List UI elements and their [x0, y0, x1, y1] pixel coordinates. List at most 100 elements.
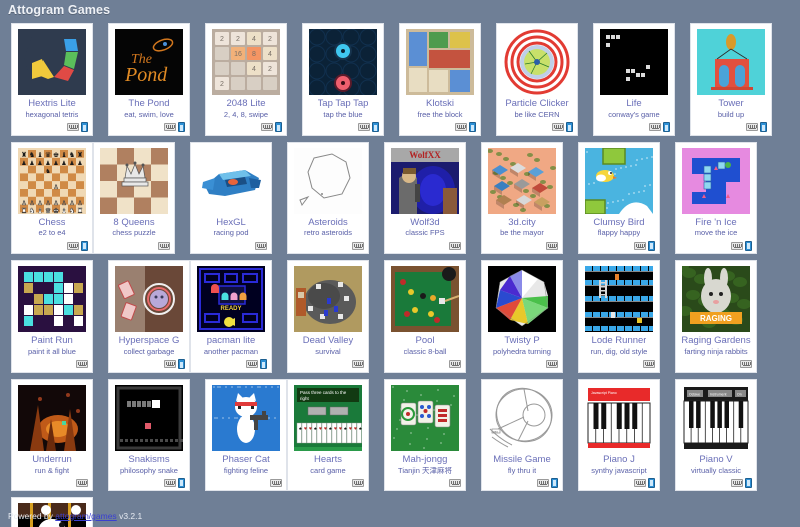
game-tagline: conway's game	[608, 110, 660, 119]
svg-text:♠: ♠	[344, 426, 347, 432]
game-badges	[388, 240, 462, 251]
game-card[interactable]: Underrun run & fight	[11, 378, 93, 492]
game-card[interactable]: Pass three cards to the right ♠ ♥ ♥ ♠ ♥ ♥ ♠ ♥ ♥ ♠ ♥ ♥…	[287, 378, 369, 492]
game-card[interactable]: Lode Runner run, dig, old style	[578, 260, 660, 373]
game-badges	[597, 122, 671, 133]
game-thumbnail-art: ♜ ♟ ♙ ♜ ♞ ♟ ♙ ♞ ♝ ♟ ♙ ♝ ♛ ♟ ♙ ♛ ♚ ♟ ♙ ♚ ♝ ♟ ♙ ♝ ♞ ♟ ♙ ♞ ♜ ♟ ♙ ♜ ♞ ♙	[18, 147, 86, 214]
game-tagline: farting ninja rabbits	[684, 348, 748, 357]
svg-text:♠: ♠	[299, 426, 302, 432]
game-tagline: fly thru it	[507, 466, 537, 475]
game-card[interactable]: The Pond The Pond eat, swim, love	[108, 23, 190, 136]
game-thumbnail: Pass three cards to the right ♠ ♥ ♥ ♠ ♥ ♥ ♠ ♥ ♥ ♠ ♥ ♥…	[292, 384, 364, 452]
game-title: Paint Run	[31, 336, 73, 347]
game-tagline: synthy javascript	[591, 466, 647, 475]
game-badges	[679, 240, 753, 251]
keyboard-badge-icon	[67, 123, 79, 132]
game-card[interactable]: Clumsy Bird flappy happy	[578, 141, 660, 255]
svg-text:4: 4	[252, 66, 256, 73]
keyboard-badge-icon	[634, 241, 646, 250]
svg-text:♥: ♥	[304, 426, 307, 432]
svg-text:♜: ♜	[77, 151, 83, 159]
mobile-badge-icon	[372, 122, 379, 133]
svg-text:♥: ♥	[349, 426, 352, 432]
game-card[interactable]: RAGING Raging Gardens farting ninja rabbit…	[675, 260, 757, 373]
game-badges	[15, 359, 89, 370]
game-title: Chess	[38, 217, 66, 228]
keyboard-badge-icon	[546, 360, 558, 369]
game-tagline: run & fight	[34, 466, 70, 475]
game-thumbnail-art	[406, 29, 474, 95]
game-card[interactable]: Particle Clicker be like CERN	[496, 23, 578, 136]
game-tagline: tap the blue	[323, 110, 363, 119]
game-card[interactable]: Phaser Cat fighting feline	[205, 378, 287, 492]
svg-text:♞: ♞	[69, 152, 75, 159]
keyboard-badge-icon	[731, 241, 743, 250]
game-badges	[388, 359, 462, 370]
svg-text:RAGING: RAGING	[700, 314, 732, 323]
game-card[interactable]: Dead Valley survival	[287, 260, 369, 373]
game-card[interactable]: Snakisms philosophy snake	[108, 378, 190, 492]
footer-link[interactable]: attogram/games	[55, 511, 116, 521]
game-thumbnail: The Pond	[113, 28, 185, 96]
game-thumbnail-art	[488, 147, 556, 214]
game-card[interactable]: Javascript Piano Piano Jsynthy javascript	[578, 378, 660, 492]
game-title: pacman lite	[206, 336, 256, 347]
game-badges	[97, 240, 171, 251]
mobile-badge-icon	[551, 477, 558, 488]
game-card[interactable]: Asteroids retro asteroids	[287, 141, 369, 255]
svg-text:8: 8	[252, 51, 256, 58]
svg-text:2: 2	[236, 36, 240, 43]
mobile-badge-icon	[745, 240, 752, 251]
game-thumbnail	[292, 265, 364, 333]
game-card[interactable]: ♜ ♟ ♙ ♜ ♞ ♟ ♙ ♞ ♝ ♟ ♙ ♝ ♛ ♟ ♙ ♛ ♚ ♟ ♙ ♚ ♝ ♟ ♙ ♝ ♞ ♟ ♙ ♞ ♜ ♟ ♙ ♜ ♞ ♙ Chess e…	[11, 141, 93, 255]
keyboard-badge-icon	[255, 241, 267, 250]
game-card[interactable]: Tower build up	[690, 23, 772, 136]
game-badges	[485, 240, 559, 251]
svg-text:♙: ♙	[53, 200, 58, 207]
footer-prefix: Powered by	[8, 511, 53, 521]
game-card[interactable]: Hyperspace Gcollect garbage	[108, 260, 190, 373]
game-card[interactable]: WolfXX Wolf3d classic FPS	[384, 141, 466, 255]
game-title: Life	[626, 99, 642, 109]
game-card[interactable]: Tap Tap Tap tap the blue	[302, 23, 384, 136]
game-thumbnail-art	[503, 29, 571, 95]
game-card[interactable]: Hextris Lite hexagonal tetris	[11, 23, 93, 136]
svg-text:♚: ♚	[53, 151, 59, 159]
game-tagline: free the block	[417, 110, 463, 119]
game-badges	[582, 359, 656, 370]
game-card[interactable]: READY pacman lite another pacman	[190, 260, 272, 373]
game-card[interactable]: Klotski free the block	[399, 23, 481, 136]
game-thumbnail	[16, 384, 88, 452]
game-thumbnail	[695, 28, 767, 96]
game-card[interactable]: Pool classic 8-ball	[384, 260, 466, 373]
game-thumbnail-art: WolfXX	[391, 147, 459, 214]
game-thumbnail: Octave Instrument On	[680, 384, 752, 452]
game-card[interactable]: Paint Run paint it all blue	[11, 260, 93, 373]
game-thumbnail	[598, 28, 670, 96]
game-thumbnail	[98, 147, 170, 215]
game-card[interactable]: gas Missile Game fly thru it	[481, 378, 563, 492]
game-thumbnail-art	[697, 29, 765, 95]
game-card[interactable]: 8 Queens chess puzzle	[93, 141, 175, 255]
game-title: Dead Valley	[302, 336, 354, 347]
game-thumbnail	[404, 28, 476, 96]
game-title: Missile Game	[493, 454, 551, 465]
game-card[interactable]: Twisty Ppolyhedra turning	[481, 260, 563, 373]
game-badges	[582, 477, 656, 488]
game-card[interactable]: Mah-jongg Tianjin 天津麻将	[384, 378, 466, 492]
game-card[interactable]: HexGL racing pod	[190, 141, 272, 255]
game-tagline: chess puzzle	[112, 229, 156, 238]
game-title: Asteroids	[308, 217, 348, 228]
game-thumbnail	[210, 384, 282, 452]
keyboard-badge-icon	[246, 360, 258, 369]
game-card[interactable]: 3d.city be the mayor	[481, 141, 563, 255]
game-card[interactable]: Octave Instrument On Piano Vvirtually class…	[675, 378, 757, 492]
game-card[interactable]: Fire 'n Ice move the ice	[675, 141, 757, 255]
svg-text:READY: READY	[220, 306, 241, 312]
game-card[interactable]: 2 2 4 2 16 8 4 4 2 2 2048 Lite 2, 4, 8, swipe	[205, 23, 287, 136]
game-badges	[306, 122, 380, 133]
game-card[interactable]: Life conway's game	[593, 23, 675, 136]
game-thumbnail-art	[600, 29, 668, 95]
game-thumbnail: ♜ ♟ ♙ ♜ ♞ ♟ ♙ ♞ ♝ ♟ ♙ ♝ ♛ ♟ ♙ ♛ ♚ ♟ ♙ ♚ ♝ ♟ ♙ ♝ ♞ ♟ ♙ ♞ ♜ ♟ ♙ ♜ ♞ ♙	[16, 147, 88, 215]
svg-text:Javascript Piano: Javascript Piano	[591, 391, 617, 395]
